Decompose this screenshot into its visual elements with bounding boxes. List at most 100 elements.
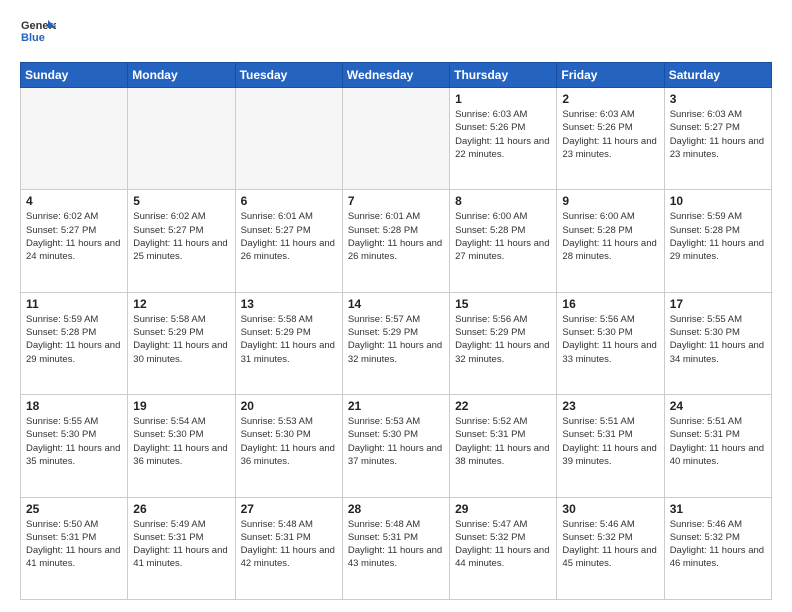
- calendar-cell: 12Sunrise: 5:58 AM Sunset: 5:29 PM Dayli…: [128, 292, 235, 394]
- calendar-cell: 20 Sunrise: 5:53 AM Sunset: 5:30 PM Dayli…: [235, 395, 342, 497]
- day-number: 20: [241, 399, 337, 413]
- calendar-cell: 21Sunrise: 5:53 AM Sunset: 5:30 PM Dayli…: [342, 395, 449, 497]
- day-info: Sunrise: 5:49 AM Sunset: 5:31 PM Dayligh…: [133, 518, 229, 571]
- calendar-cell: 19Sunrise: 5:54 AM Sunset: 5:30 PM Dayli…: [128, 395, 235, 497]
- day-info: Sunrise: 6:02 AM Sunset: 5:27 PM Dayligh…: [133, 210, 229, 263]
- calendar-cell: 24Sunrise: 5:51 AM Sunset: 5:31 PM Dayli…: [664, 395, 771, 497]
- calendar-header-thursday: Thursday: [450, 63, 557, 88]
- calendar-cell: 23 Sunrise: 5:51 AM Sunset: 5:31 PM Dayli…: [557, 395, 664, 497]
- page: General Blue SundayMondayTuesdayWednesda…: [0, 0, 792, 612]
- day-info: Sunrise: 5:47 AM Sunset: 5:32 PM Dayligh…: [455, 518, 551, 571]
- day-number: 27: [241, 502, 337, 516]
- day-info: Sunrise: 5:59 AM Sunset: 5:28 PM Dayligh…: [26, 313, 122, 366]
- day-info: Sunrise: 5:55 AM Sunset: 5:30 PM Dayligh…: [26, 415, 122, 468]
- calendar-cell: 31 Sunrise: 5:46 AM Sunset: 5:32 PM Dayli…: [664, 497, 771, 599]
- day-info: Sunrise: 6:01 AM Sunset: 5:27 PM Dayligh…: [241, 210, 337, 263]
- day-number: 7: [348, 194, 444, 208]
- day-number: 10: [670, 194, 766, 208]
- calendar-cell: [128, 88, 235, 190]
- calendar-week-4: 18 Sunrise: 5:55 AM Sunset: 5:30 PM Dayli…: [21, 395, 772, 497]
- calendar-week-1: 1 Sunrise: 6:03 AM Sunset: 5:26 PM Daylig…: [21, 88, 772, 190]
- day-info: Sunrise: 5:51 AM Sunset: 5:31 PM Dayligh…: [670, 415, 766, 468]
- calendar-cell: 28Sunrise: 5:48 AM Sunset: 5:31 PM Dayli…: [342, 497, 449, 599]
- day-number: 31: [670, 502, 766, 516]
- calendar-cell: 4Sunrise: 6:02 AM Sunset: 5:27 PM Daylig…: [21, 190, 128, 292]
- day-info: Sunrise: 5:53 AM Sunset: 5:30 PM Dayligh…: [241, 415, 337, 468]
- day-info: Sunrise: 5:51 AM Sunset: 5:31 PM Dayligh…: [562, 415, 658, 468]
- calendar-cell: 10 Sunrise: 5:59 AM Sunset: 5:28 PM Dayli…: [664, 190, 771, 292]
- day-number: 17: [670, 297, 766, 311]
- day-number: 29: [455, 502, 551, 516]
- day-number: 13: [241, 297, 337, 311]
- day-info: Sunrise: 6:03 AM Sunset: 5:27 PM Dayligh…: [670, 108, 766, 161]
- day-number: 19: [133, 399, 229, 413]
- calendar-cell: 6 Sunrise: 6:01 AM Sunset: 5:27 PM Daylig…: [235, 190, 342, 292]
- calendar-header-saturday: Saturday: [664, 63, 771, 88]
- calendar-table: SundayMondayTuesdayWednesdayThursdayFrid…: [20, 62, 772, 600]
- svg-text:Blue: Blue: [21, 32, 45, 44]
- calendar-week-3: 11 Sunrise: 5:59 AM Sunset: 5:28 PM Dayli…: [21, 292, 772, 394]
- day-info: Sunrise: 5:50 AM Sunset: 5:31 PM Dayligh…: [26, 518, 122, 571]
- calendar-cell: 3 Sunrise: 6:03 AM Sunset: 5:27 PM Daylig…: [664, 88, 771, 190]
- day-info: Sunrise: 5:53 AM Sunset: 5:30 PM Dayligh…: [348, 415, 444, 468]
- calendar-cell: 17 Sunrise: 5:55 AM Sunset: 5:30 PM Dayli…: [664, 292, 771, 394]
- header: General Blue: [20, 16, 772, 52]
- calendar-cell: 5 Sunrise: 6:02 AM Sunset: 5:27 PM Daylig…: [128, 190, 235, 292]
- calendar-cell: [235, 88, 342, 190]
- logo-icon: General Blue: [20, 16, 56, 52]
- logo: General Blue: [20, 16, 56, 52]
- day-info: Sunrise: 5:56 AM Sunset: 5:29 PM Dayligh…: [455, 313, 551, 366]
- calendar-header-sunday: Sunday: [21, 63, 128, 88]
- calendar-week-5: 25 Sunrise: 5:50 AM Sunset: 5:31 PM Dayli…: [21, 497, 772, 599]
- day-info: Sunrise: 5:52 AM Sunset: 5:31 PM Dayligh…: [455, 415, 551, 468]
- day-info: Sunrise: 6:00 AM Sunset: 5:28 PM Dayligh…: [562, 210, 658, 263]
- calendar-header-friday: Friday: [557, 63, 664, 88]
- day-number: 22: [455, 399, 551, 413]
- day-number: 23: [562, 399, 658, 413]
- calendar-cell: 25 Sunrise: 5:50 AM Sunset: 5:31 PM Dayli…: [21, 497, 128, 599]
- day-info: Sunrise: 5:46 AM Sunset: 5:32 PM Dayligh…: [562, 518, 658, 571]
- day-info: Sunrise: 5:58 AM Sunset: 5:29 PM Dayligh…: [241, 313, 337, 366]
- calendar-cell: 14Sunrise: 5:57 AM Sunset: 5:29 PM Dayli…: [342, 292, 449, 394]
- calendar-cell: 27 Sunrise: 5:48 AM Sunset: 5:31 PM Dayli…: [235, 497, 342, 599]
- calendar-cell: 7 Sunrise: 6:01 AM Sunset: 5:28 PM Daylig…: [342, 190, 449, 292]
- calendar-cell: 26 Sunrise: 5:49 AM Sunset: 5:31 PM Dayli…: [128, 497, 235, 599]
- day-number: 5: [133, 194, 229, 208]
- day-info: Sunrise: 5:56 AM Sunset: 5:30 PM Dayligh…: [562, 313, 658, 366]
- day-number: 11: [26, 297, 122, 311]
- day-info: Sunrise: 5:59 AM Sunset: 5:28 PM Dayligh…: [670, 210, 766, 263]
- day-info: Sunrise: 5:46 AM Sunset: 5:32 PM Dayligh…: [670, 518, 766, 571]
- day-info: Sunrise: 5:48 AM Sunset: 5:31 PM Dayligh…: [241, 518, 337, 571]
- calendar-header-monday: Monday: [128, 63, 235, 88]
- day-number: 1: [455, 92, 551, 106]
- day-number: 9: [562, 194, 658, 208]
- day-number: 16: [562, 297, 658, 311]
- day-number: 8: [455, 194, 551, 208]
- calendar-cell: 15 Sunrise: 5:56 AM Sunset: 5:29 PM Dayli…: [450, 292, 557, 394]
- day-number: 6: [241, 194, 337, 208]
- calendar-header-wednesday: Wednesday: [342, 63, 449, 88]
- calendar-cell: 22 Sunrise: 5:52 AM Sunset: 5:31 PM Dayli…: [450, 395, 557, 497]
- calendar-cell: 9 Sunrise: 6:00 AM Sunset: 5:28 PM Daylig…: [557, 190, 664, 292]
- day-number: 28: [348, 502, 444, 516]
- day-number: 18: [26, 399, 122, 413]
- day-info: Sunrise: 6:00 AM Sunset: 5:28 PM Dayligh…: [455, 210, 551, 263]
- calendar-cell: 18 Sunrise: 5:55 AM Sunset: 5:30 PM Dayli…: [21, 395, 128, 497]
- calendar-cell: 29 Sunrise: 5:47 AM Sunset: 5:32 PM Dayli…: [450, 497, 557, 599]
- day-info: Sunrise: 6:03 AM Sunset: 5:26 PM Dayligh…: [455, 108, 551, 161]
- day-number: 4: [26, 194, 122, 208]
- day-info: Sunrise: 5:55 AM Sunset: 5:30 PM Dayligh…: [670, 313, 766, 366]
- calendar-cell: 30Sunrise: 5:46 AM Sunset: 5:32 PM Dayli…: [557, 497, 664, 599]
- calendar-cell: 2Sunrise: 6:03 AM Sunset: 5:26 PM Daylig…: [557, 88, 664, 190]
- day-number: 2: [562, 92, 658, 106]
- day-number: 3: [670, 92, 766, 106]
- calendar-cell: 16 Sunrise: 5:56 AM Sunset: 5:30 PM Dayli…: [557, 292, 664, 394]
- day-number: 25: [26, 502, 122, 516]
- day-number: 26: [133, 502, 229, 516]
- calendar-header-row: SundayMondayTuesdayWednesdayThursdayFrid…: [21, 63, 772, 88]
- calendar-cell: 1 Sunrise: 6:03 AM Sunset: 5:26 PM Daylig…: [450, 88, 557, 190]
- day-number: 15: [455, 297, 551, 311]
- day-info: Sunrise: 6:01 AM Sunset: 5:28 PM Dayligh…: [348, 210, 444, 263]
- day-info: Sunrise: 5:57 AM Sunset: 5:29 PM Dayligh…: [348, 313, 444, 366]
- calendar-week-2: 4 Sunrise: 6:02 AM Sunset: 5:27 PM Daylig…: [21, 190, 772, 292]
